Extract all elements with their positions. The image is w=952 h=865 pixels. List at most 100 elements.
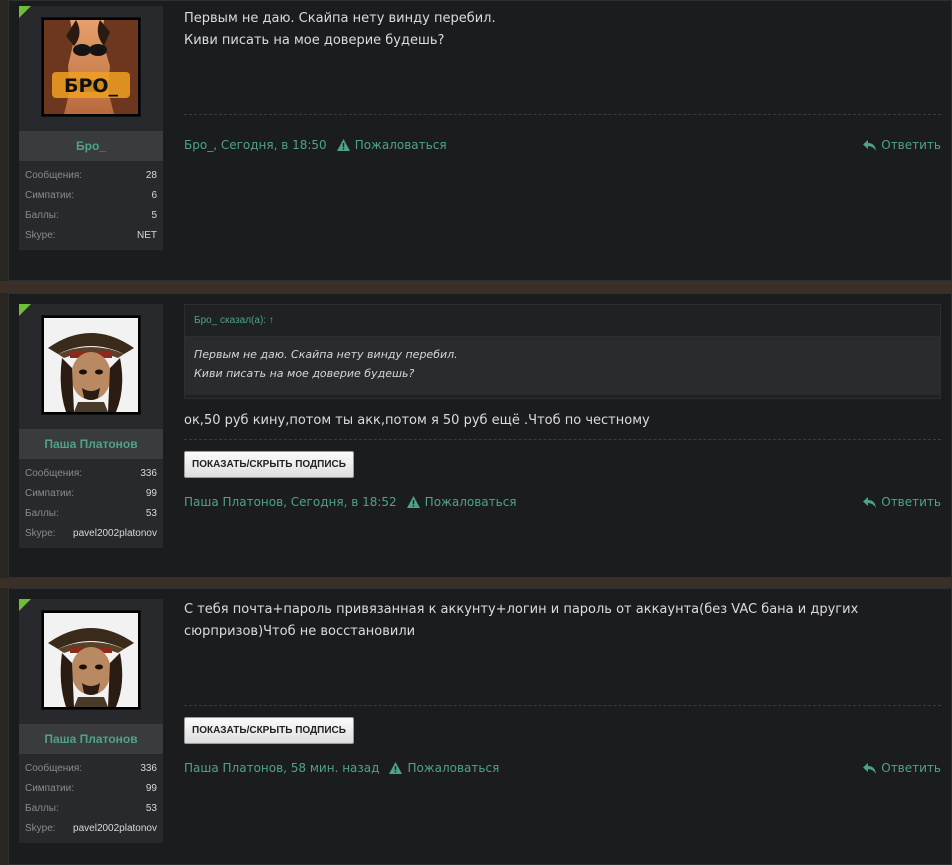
user-avatar-image — [44, 613, 138, 707]
message-line: ок,50 руб кину,потом ты акк,потом я 50 р… — [184, 413, 650, 428]
avatar[interactable]: БРО_ — [41, 17, 141, 117]
stat-value: 5 — [151, 209, 157, 221]
warning-icon — [336, 139, 350, 151]
stat-label: Баллы: — [25, 209, 59, 221]
stat-value: 6 — [151, 189, 157, 201]
stat-value: 336 — [140, 762, 157, 774]
reply-button[interactable]: Ответить — [863, 138, 941, 152]
report-label: Пожаловаться — [407, 761, 500, 775]
stat-likes: Симпатии: 99 — [25, 483, 157, 503]
stat-value: pavel2002platonov — [73, 822, 157, 834]
avatar[interactable] — [41, 315, 141, 415]
warning-icon — [389, 762, 403, 774]
avatar[interactable] — [41, 610, 141, 710]
stat-messages: Сообщения: 336 — [25, 463, 157, 483]
signature-toggle-wrap: ПОКАЗАТЬ/СКРЫТЬ ПОДПИСЬ — [184, 451, 354, 478]
post-meta: Паша Платонов, 58 мин. назад Пожаловатьс… — [184, 760, 941, 776]
message-divider — [184, 705, 941, 706]
username[interactable]: Паша Платонов — [44, 437, 137, 451]
message-divider — [184, 439, 941, 440]
stat-label: Баллы: — [25, 802, 59, 814]
stat-messages: Сообщения: 336 — [25, 758, 157, 778]
stat-points: Баллы: 53 — [25, 503, 157, 523]
stat-label: Skype: — [25, 229, 56, 241]
message-text: ок,50 руб кину,потом ты акк,потом я 50 р… — [184, 410, 650, 432]
stat-likes: Симпатии: 6 — [25, 185, 157, 205]
reply-label: Ответить — [881, 138, 941, 152]
user-stats: Сообщения: 336 Симпатии: 99 Баллы: 53 Skype… — [19, 754, 163, 844]
message-line: С тебя почта+пароль привязанная к аккунт… — [184, 602, 859, 617]
post-date-link[interactable]: Паша Платонов, 58 мин. назад — [184, 761, 379, 775]
message-text: С тебя почта+пароль привязанная к аккунт… — [184, 599, 858, 643]
reply-label: Ответить — [881, 495, 941, 509]
message-divider — [184, 114, 941, 115]
stat-label: Сообщения: — [25, 762, 83, 774]
toggle-signature-button[interactable]: ПОКАЗАТЬ/СКРЫТЬ ПОДПИСЬ — [184, 717, 354, 744]
report-label: Пожаловаться — [424, 495, 517, 509]
quote-line: Киви писать на мое доверие будешь? — [194, 367, 415, 380]
stat-value: 99 — [145, 487, 157, 499]
user-stats: Сообщения: 336 Симпатии: 99 Баллы: 53 Skype… — [19, 459, 163, 549]
stat-label: Skype: — [25, 822, 56, 834]
stat-skype: Skype: NET — [25, 225, 157, 245]
stat-label: Skype: — [25, 527, 56, 539]
message-post: Паша Платонов Сообщения: 336 Симпатии: 99 … — [8, 588, 952, 865]
stat-points: Баллы: 53 — [25, 798, 157, 818]
stat-value: pavel2002platonov — [73, 527, 157, 539]
message-post: БРО_ Бро_ Сообщения: 28 Симпатии: 6 Баллы:… — [8, 0, 952, 281]
reply-icon — [863, 496, 877, 508]
warning-icon — [406, 496, 420, 508]
quote-body: Первым не даю. Скайпа нету винду перебил… — [185, 337, 940, 395]
user-stats: Сообщения: 28 Симпатии: 6 Баллы: 5 Skype: NE… — [19, 161, 163, 251]
quote-block: Бро_ сказал(а): ↑ Первым не даю. Скайпа … — [184, 304, 941, 399]
signature-toggle-wrap: ПОКАЗАТЬ/СКРЫТЬ ПОДПИСЬ — [184, 717, 354, 744]
message-line: Киви писать на мое доверие будешь? — [184, 33, 445, 48]
quote-header[interactable]: Бро_ сказал(а): ↑ — [185, 305, 940, 337]
page-background-strip — [0, 281, 952, 293]
stat-skype: Skype: pavel2002platonov — [25, 818, 157, 838]
stat-label: Симпатии: — [25, 189, 74, 201]
post-date-link[interactable]: Паша Платонов, Сегодня, в 18:52 — [184, 495, 397, 509]
user-info-panel: Паша Платонов Сообщения: 336 Симпатии: 99 … — [19, 599, 163, 843]
stat-label: Баллы: — [25, 507, 59, 519]
post-date-link[interactable]: Бро_, Сегодня, в 18:50 — [184, 138, 327, 152]
user-avatar-image — [44, 318, 138, 412]
online-indicator — [19, 304, 31, 316]
message-line: сюрпризов)Чтоб не восстановили — [184, 624, 416, 639]
reply-icon — [863, 139, 877, 151]
post-meta: Паша Платонов, Сегодня, в 18:52 Пожалова… — [184, 494, 941, 510]
quote-line: Первым не даю. Скайпа нету винду перебил… — [194, 348, 458, 361]
message-text: Первым не даю. Скайпа нету винду перебил… — [184, 8, 496, 52]
reply-button[interactable]: Ответить — [863, 495, 941, 509]
user-info-panel: Паша Платонов Сообщения: 336 Симпатии: 99 … — [19, 304, 163, 548]
user-info-panel: БРО_ Бро_ Сообщения: 28 Симпатии: 6 Баллы:… — [19, 6, 163, 250]
post-meta: Бро_, Сегодня, в 18:50 Пожаловаться Отве… — [184, 137, 941, 153]
stat-messages: Сообщения: 28 — [25, 165, 157, 185]
message-post: Паша Платонов Сообщения: 336 Симпатии: 99 … — [8, 293, 952, 578]
toggle-signature-button[interactable]: ПОКАЗАТЬ/СКРЫТЬ ПОДПИСЬ — [184, 451, 354, 478]
stat-value: 53 — [145, 802, 157, 814]
stat-value: 336 — [140, 467, 157, 479]
report-label: Пожаловаться — [354, 138, 447, 152]
username-bar: Паша Платонов — [19, 429, 163, 459]
username[interactable]: Бро_ — [76, 139, 106, 153]
report-link[interactable]: Пожаловаться — [389, 761, 499, 775]
reply-icon — [863, 762, 877, 774]
username-bar: Паша Платонов — [19, 724, 163, 754]
username-bar: Бро_ — [19, 131, 163, 161]
report-link[interactable]: Пожаловаться — [406, 495, 517, 509]
stat-likes: Симпатии: 99 — [25, 778, 157, 798]
stat-label: Сообщения: — [25, 467, 83, 479]
stat-value: 28 — [145, 169, 157, 181]
page-background-strip — [0, 578, 952, 588]
stat-label: Симпатии: — [25, 782, 74, 794]
stat-value: 53 — [145, 507, 157, 519]
stat-value: 99 — [145, 782, 157, 794]
stat-skype: Skype: pavel2002platonov — [25, 523, 157, 543]
stat-points: Баллы: 5 — [25, 205, 157, 225]
reply-button[interactable]: Ответить — [863, 761, 941, 775]
user-avatar-image: БРО_ — [44, 20, 138, 114]
report-link[interactable]: Пожаловаться — [336, 138, 447, 152]
username[interactable]: Паша Платонов — [44, 732, 137, 746]
stat-value: NET — [137, 229, 157, 241]
